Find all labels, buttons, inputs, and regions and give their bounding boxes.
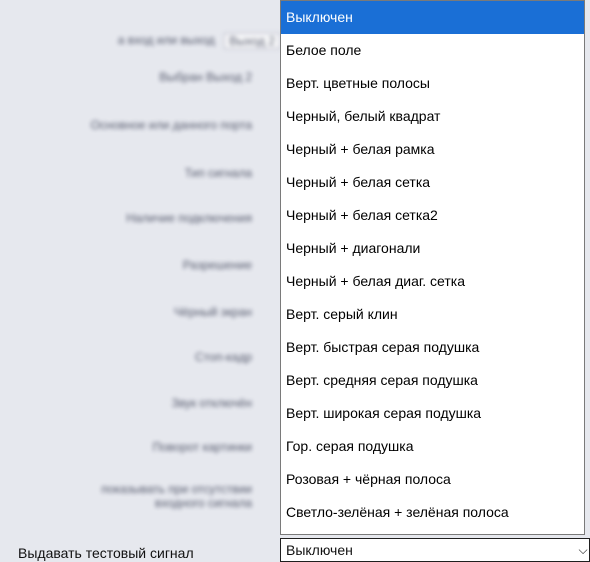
setting-label-blurred: Выбран Выход 2 bbox=[159, 70, 252, 84]
setting-row-blurred: а вход или выход Выход 2 bbox=[118, 33, 280, 49]
dropdown-option[interactable]: Верт. быстрая серая подушка bbox=[281, 331, 584, 364]
test-signal-select[interactable]: Выключен ⌵ bbox=[280, 538, 590, 562]
setting-label-blurred: Наличие подключения bbox=[126, 211, 252, 225]
settings-panel: а вход или выход Выход 2 Выбран Выход 2 … bbox=[0, 0, 280, 562]
dropdown-option[interactable]: Черный + белая сетка2 bbox=[281, 199, 584, 232]
setting-label-blurred: Стоп-кадр bbox=[194, 350, 252, 364]
setting-label-blurred: показывать при отсутствии входного сигна… bbox=[101, 482, 252, 510]
test-signal-options-list[interactable]: Выключен Белое поле Верт. цветные полосы Че… bbox=[280, 0, 585, 535]
dropdown-option[interactable]: Гор. серая подушка bbox=[281, 430, 584, 463]
dropdown-option[interactable]: Черный + белая рамка bbox=[281, 133, 584, 166]
dropdown-option[interactable]: Черный + белая диаг. сетка bbox=[281, 265, 584, 298]
dropdown-option[interactable]: Розовая + чёрная полоса bbox=[281, 463, 584, 496]
setting-label-blurred: Разрешение bbox=[182, 258, 252, 272]
dropdown-option[interactable]: Верт. широкая серая подушка bbox=[281, 397, 584, 430]
setting-label-blurred: Поворот картинки bbox=[152, 440, 252, 454]
dropdown-option[interactable]: Черный, белый квадрат bbox=[281, 100, 584, 133]
setting-label-blurred: Чёрный экран bbox=[174, 305, 252, 319]
test-signal-select-value: Выключен bbox=[286, 542, 353, 558]
setting-label-blurred: Тип сигнала bbox=[184, 166, 252, 180]
chevron-down-icon: ⌵ bbox=[578, 543, 588, 557]
dropdown-option[interactable]: Светло-зелёная + зелёная полоса bbox=[281, 496, 584, 529]
dropdown-option[interactable]: Выключен bbox=[281, 1, 584, 34]
dropdown-option[interactable]: Верт. средняя серая подушка bbox=[281, 364, 584, 397]
setting-label-blurred: а вход или выход bbox=[117, 33, 215, 48]
setting-label-blurred: Основное или данного порта bbox=[90, 118, 252, 132]
blurred-select[interactable]: Выход 2 bbox=[224, 33, 280, 49]
dropdown-option[interactable]: Черный + белая сетка bbox=[281, 166, 584, 199]
dropdown-option[interactable]: Верт. серый клин bbox=[281, 298, 584, 331]
dropdown-option[interactable]: Черный + диагонали bbox=[281, 232, 584, 265]
setting-label-blurred: Звук отключён bbox=[171, 396, 252, 410]
dropdown-option[interactable]: Верт. цветные полосы bbox=[281, 67, 584, 100]
dropdown-option[interactable]: Белое поле bbox=[281, 34, 584, 67]
test-signal-label: Выдавать тестовый сигнал bbox=[18, 545, 194, 561]
